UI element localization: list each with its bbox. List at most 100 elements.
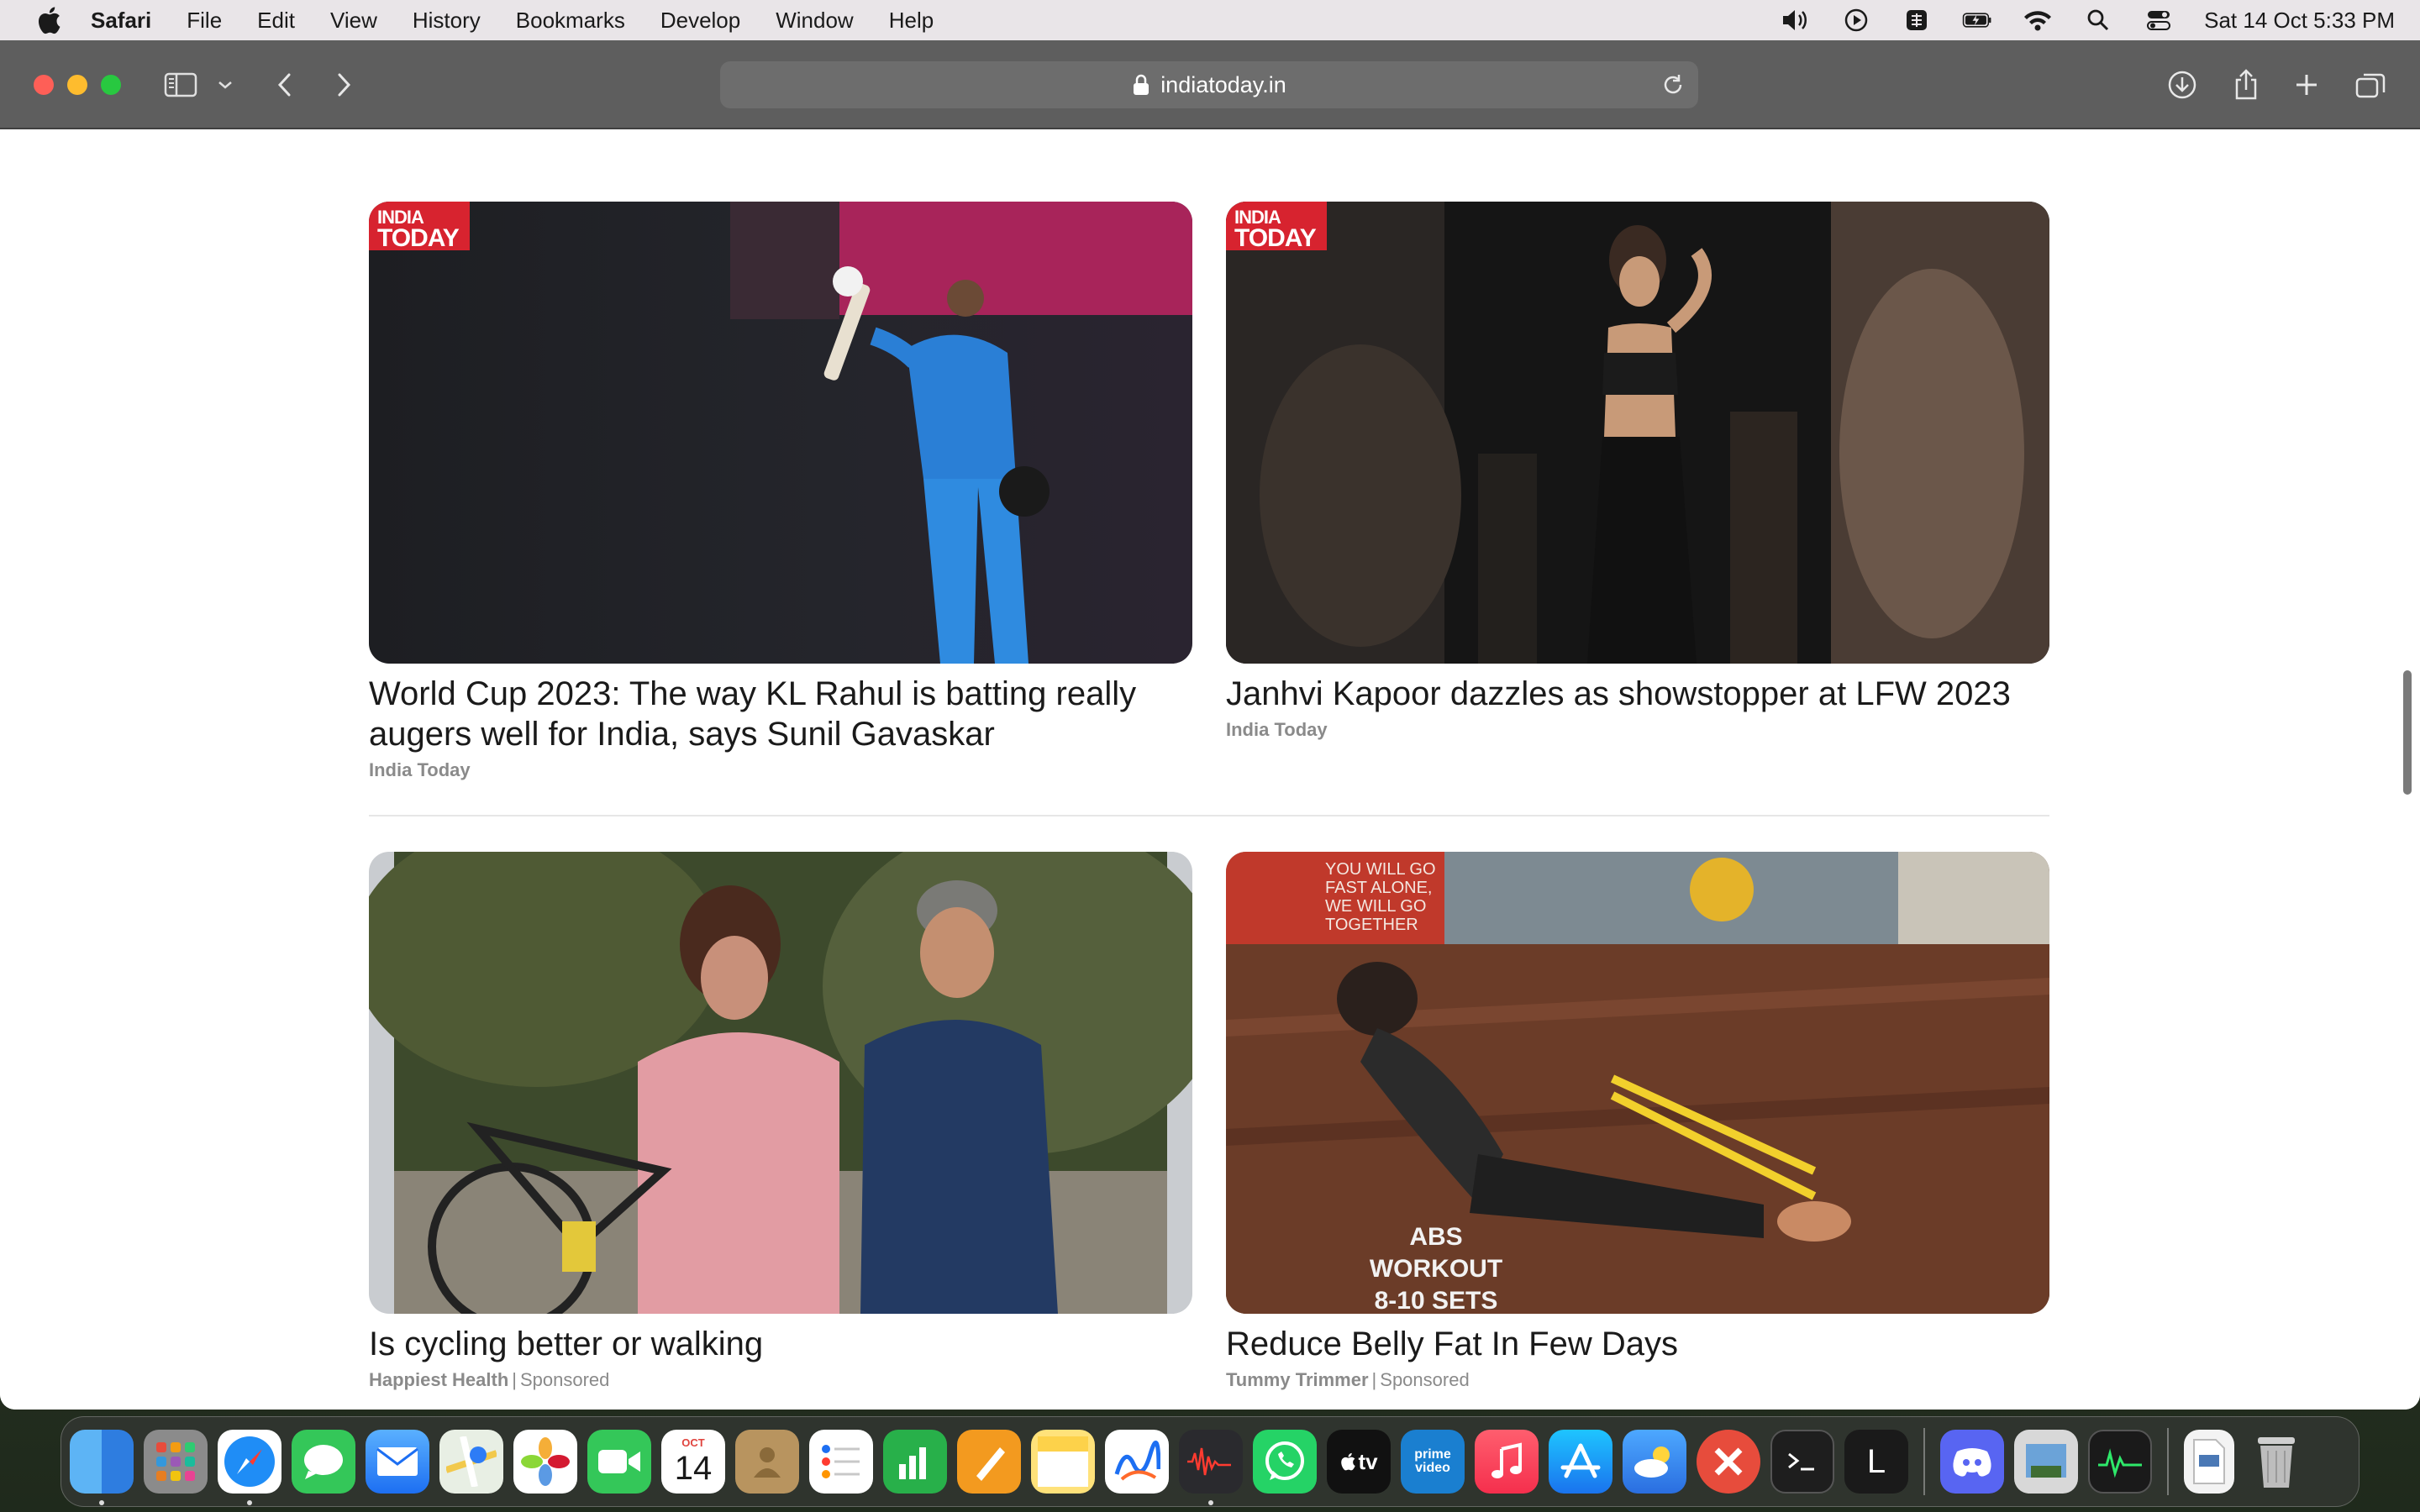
vertical-scrollbar[interactable] <box>2403 670 2412 795</box>
photos-icon[interactable] <box>513 1430 577 1494</box>
maps-icon[interactable] <box>439 1430 503 1494</box>
sponsored-title[interactable]: Is cycling better or walking <box>369 1324 1192 1364</box>
finder-icon[interactable] <box>70 1430 134 1505</box>
menu-view[interactable]: View <box>330 8 377 34</box>
facetime-icon[interactable] <box>587 1430 651 1494</box>
menu-file[interactable]: File <box>187 8 222 34</box>
terminal-icon[interactable] <box>1770 1430 1834 1494</box>
dock-separator <box>1923 1428 1925 1495</box>
menu-app-name[interactable]: Safari <box>91 8 151 34</box>
menu-clock[interactable]: Sat 14 Oct 5:33 PM <box>2204 8 2395 34</box>
apple-tv-label: tv <box>1358 1448 1378 1474</box>
menu-window[interactable]: Window <box>776 8 853 34</box>
notes-icon[interactable] <box>1031 1430 1095 1494</box>
pages-icon[interactable] <box>957 1430 1021 1494</box>
apple-tv-icon[interactable]: tv <box>1327 1430 1391 1494</box>
dock-separator <box>2167 1428 2169 1495</box>
sponsored-title[interactable]: Reduce Belly Fat In Few Days <box>1226 1324 2049 1364</box>
control-center-icon[interactable] <box>2144 8 2174 33</box>
back-icon[interactable] <box>266 66 304 104</box>
tab-group-chevron-icon[interactable] <box>208 66 242 104</box>
input-source-icon[interactable] <box>1902 8 1932 33</box>
voice-memos-icon[interactable] <box>1179 1430 1243 1505</box>
new-tab-icon[interactable] <box>2287 66 2326 104</box>
forward-icon[interactable] <box>324 66 363 104</box>
wall-slogan: YOU WILL GO FAST ALONE, WE WILL GO TOGET… <box>1325 860 1436 934</box>
document-file-icon[interactable] <box>2184 1430 2234 1494</box>
menu-history[interactable]: History <box>413 8 481 34</box>
article-source: India Today <box>369 759 471 780</box>
whatsapp-icon[interactable] <box>1253 1430 1317 1494</box>
article-thumbnail-fashion[interactable]: INDIA TODAY <box>1226 202 2049 664</box>
reload-icon[interactable] <box>1660 71 1686 98</box>
messages-icon[interactable] <box>292 1430 355 1494</box>
sponsored-label: Sponsored <box>1380 1369 1470 1390</box>
reminders-icon[interactable] <box>809 1430 873 1494</box>
launcher-l-icon[interactable]: L <box>1844 1430 1908 1494</box>
preview-icon[interactable] <box>2014 1430 2078 1494</box>
sidebar-toggle-icon[interactable] <box>161 66 200 104</box>
article-thumbnail-cricket[interactable]: INDIA TODAY <box>369 202 1192 664</box>
address-bar[interactable]: indiatoday.in <box>720 61 1698 108</box>
music-icon[interactable] <box>1475 1430 1539 1494</box>
share-icon[interactable] <box>2227 66 2265 104</box>
spotlight-search-icon[interactable] <box>2083 8 2113 33</box>
wifi-icon[interactable] <box>2023 8 2053 33</box>
now-playing-icon[interactable] <box>1841 8 1871 33</box>
activity-monitor-icon[interactable] <box>2088 1430 2152 1494</box>
article-card[interactable]: INDIA TODAY World Cup 2023: The way KL R… <box>369 202 1192 781</box>
calendar-month: OCT <box>681 1436 705 1449</box>
mail-icon[interactable] <box>366 1430 429 1494</box>
zoom-window-button[interactable] <box>101 75 121 95</box>
close-window-button[interactable] <box>34 75 54 95</box>
india-today-logo: INDIA TODAY <box>1226 202 1327 251</box>
sponsored-card[interactable]: YOU WILL GO FAST ALONE, WE WILL GO TOGET… <box>1226 852 2049 1391</box>
safari-window: indiatoday.in INDIA TODAY World Cup 2023… <box>0 40 2420 1410</box>
volume-icon[interactable] <box>1781 8 1811 33</box>
sponsored-source: Tummy Trimmer | Sponsored <box>1226 1369 1470 1390</box>
advertiser-name: Happiest Health <box>369 1369 509 1390</box>
app-store-icon[interactable] <box>1549 1430 1612 1494</box>
numbers-icon[interactable] <box>883 1430 947 1494</box>
prime-video-icon[interactable]: prime video <box>1401 1430 1465 1494</box>
weather-icon[interactable] <box>1623 1430 1686 1494</box>
trash-icon[interactable] <box>2244 1430 2308 1494</box>
launcher-letter: L <box>1866 1442 1886 1480</box>
sponsored-thumbnail-workout[interactable]: YOU WILL GO FAST ALONE, WE WILL GO TOGET… <box>1226 852 2049 1314</box>
prime-video-label: prime video <box>1414 1447 1451 1475</box>
calendar-day: 14 <box>674 1450 713 1487</box>
sponsored-card[interactable]: Is cycling better or walking Happiest He… <box>369 852 1192 1391</box>
tab-overview-icon[interactable] <box>2351 66 2390 104</box>
article-source: India Today <box>1226 719 1328 740</box>
url-text: indiatoday.in <box>1160 71 1286 97</box>
menu-bar: Safari File Edit View History Bookmarks … <box>0 0 2420 40</box>
discord-icon[interactable] <box>1940 1430 2004 1494</box>
contacts-icon[interactable] <box>735 1430 799 1494</box>
downloads-icon[interactable] <box>2163 66 2202 104</box>
browser-toolbar: indiatoday.in <box>0 40 2420 129</box>
row-divider <box>369 815 2049 816</box>
menu-edit[interactable]: Edit <box>257 8 295 34</box>
anydesk-icon[interactable] <box>1697 1430 1760 1494</box>
article-title[interactable]: World Cup 2023: The way KL Rahul is batt… <box>369 674 1192 754</box>
india-today-logo: INDIA TODAY <box>369 202 470 251</box>
menu-bookmarks[interactable]: Bookmarks <box>516 8 625 34</box>
battery-icon[interactable] <box>1962 8 1992 33</box>
page-content: INDIA TODAY World Cup 2023: The way KL R… <box>0 129 2420 1410</box>
freeform-icon[interactable] <box>1105 1430 1169 1494</box>
safari-icon[interactable] <box>218 1430 281 1505</box>
menu-develop[interactable]: Develop <box>660 8 740 34</box>
calendar-icon[interactable]: OCT 14 <box>661 1430 725 1494</box>
launchpad-icon[interactable] <box>144 1430 208 1494</box>
menu-help[interactable]: Help <box>889 8 934 34</box>
lock-icon <box>1134 74 1150 95</box>
video-caption: ABS WORKOUT 8-10 SETS <box>1369 1223 1503 1314</box>
dock: OCT 14 tv prime video L <box>60 1416 2360 1507</box>
sponsored-thumbnail-cycling[interactable] <box>369 852 1192 1314</box>
article-title[interactable]: Janhvi Kapoor dazzles as showstopper at … <box>1226 674 2049 714</box>
article-card[interactable]: INDIA TODAY Janhvi Kapoor dazzles as sho… <box>1226 202 2049 741</box>
advertiser-name: Tummy Trimmer <box>1226 1369 1369 1390</box>
sponsored-label: Sponsored <box>519 1369 610 1390</box>
apple-menu-icon[interactable] <box>32 3 66 37</box>
minimize-window-button[interactable] <box>67 75 87 95</box>
